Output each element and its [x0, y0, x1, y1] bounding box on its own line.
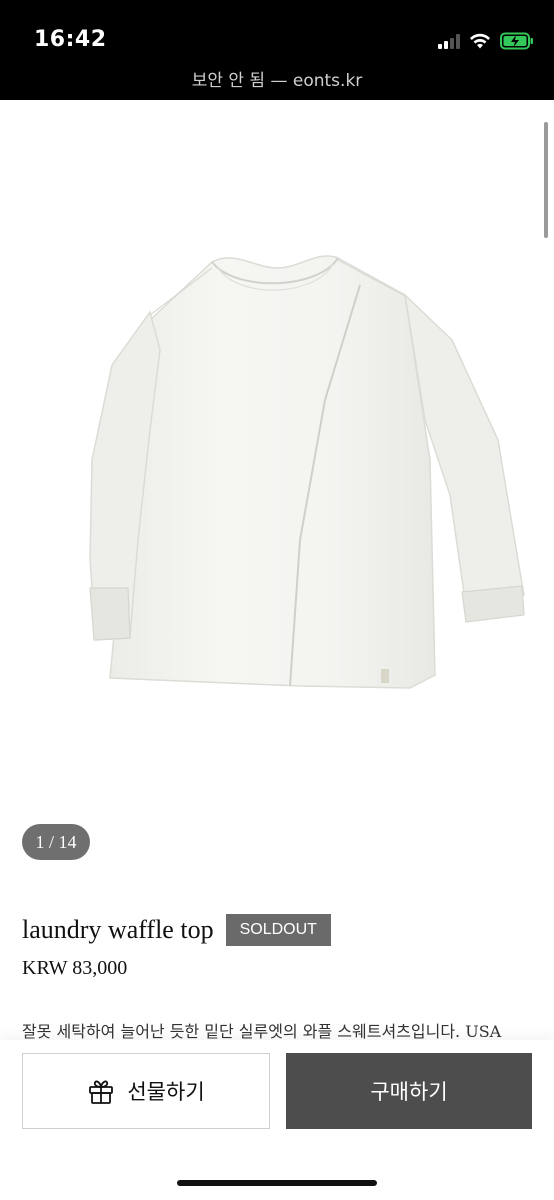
status-time: 16:42 — [34, 27, 107, 52]
buy-button[interactable]: 구매하기 — [286, 1053, 532, 1129]
bottom-action-bar: 선물하기 구매하기 — [0, 1040, 554, 1200]
status-bar: 16:42 보안 안 됨 — eonts.kr — [0, 0, 554, 100]
product-image[interactable] — [0, 100, 554, 870]
home-indicator — [177, 1180, 377, 1186]
signal-icon — [438, 33, 460, 49]
gift-button-label: 선물하기 — [127, 1080, 205, 1104]
buy-button-label: 구매하기 — [370, 1080, 448, 1104]
wifi-icon — [470, 33, 490, 49]
product-title-row: laundry waffle top SOLDOUT — [22, 914, 331, 946]
product-description: 잘못 세탁하여 늘어난 듯한 밑단 실루엣의 와플 스웨트셔츠입니다. USA — [22, 1022, 502, 1041]
image-pager: 1 / 14 — [22, 824, 90, 860]
waffle-top-photo — [89, 255, 525, 689]
soldout-badge: SOLDOUT — [225, 914, 331, 946]
battery-charging-icon — [500, 32, 533, 50]
product-title: laundry waffle top — [22, 915, 214, 944]
gift-icon — [89, 1080, 114, 1104]
url-address[interactable]: 보안 안 됨 — eonts.kr — [0, 66, 554, 91]
product-price: KRW 83,000 — [22, 957, 128, 979]
status-icons — [438, 30, 534, 52]
page-scrollbar[interactable] — [544, 122, 548, 238]
gift-button[interactable]: 선물하기 — [22, 1053, 270, 1129]
